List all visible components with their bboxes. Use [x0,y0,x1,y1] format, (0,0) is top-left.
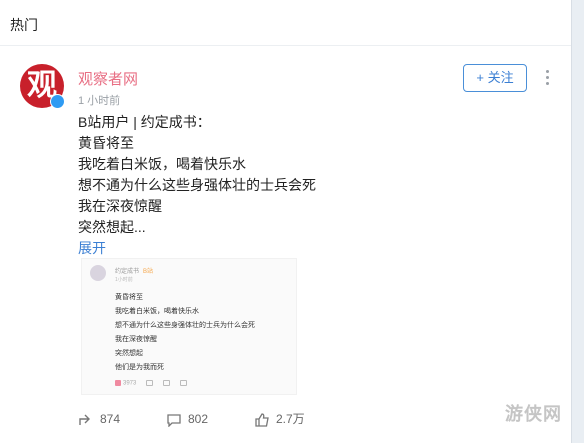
embed-line: 我吃着白米饭，喝着快乐水 [115,308,199,315]
embed-like-count: 3973 [123,380,137,387]
section-title: 热门 [10,17,38,33]
embed-time: 1小时前 [115,277,133,283]
embed-share-icon [163,380,171,386]
embed-avatar [90,265,106,281]
post-time: 1 小时前 [78,95,121,107]
embed-line: 想不通为什么这些身强体壮的士兵为什么会死 [115,322,255,329]
share-button[interactable]: 874 [78,408,120,430]
embedded-screenshot[interactable]: 约定成书 B站 1小时前 黄昏将至 我吃着白米饭，喝着快乐水 想不通为什么这些身强… [81,258,297,395]
expand-link[interactable]: 展开 [78,238,316,259]
embed-line: 突然想起 [115,350,143,357]
verified-icon [50,94,65,109]
embed-line: 他们是为我而死 [115,364,164,371]
embed-like-icon [115,380,121,386]
post-line: B站用户 | 约定成书： [78,114,211,130]
like-button[interactable]: 2.7万 [254,408,305,430]
feed-panel: 热门 观 观察者网 1 小时前 + 关注 B站用户 | 约定成书： 黄昏将至 我… [0,0,572,443]
share-icon [79,414,90,425]
like-count: 2.7万 [276,412,305,426]
post-line: 黄昏将至 [78,135,134,151]
post-line: 想不通为什么这些身强体壮的士兵会死 [78,177,316,193]
embed-body: 黄昏将至 我吃着白米饭，喝着快乐水 想不通为什么这些身强体壮的士兵为什么会死 我… [115,291,255,375]
post-line: 我在深夜惊醒 [78,198,162,214]
embed-author: 约定成书 B站 [115,266,153,275]
comment-icon [167,414,181,428]
embed-line: 我在深夜惊醒 [115,336,157,343]
embed-author-name: 约定成书 [115,269,140,275]
comment-count: 802 [188,412,209,426]
follow-button[interactable]: + 关注 [463,64,527,92]
share-count: 874 [100,412,121,426]
like-icon [255,413,269,427]
embed-stats: 3973 [115,380,188,387]
post-body: B站用户 | 约定成书： 黄昏将至 我吃着白米饭，喝着快乐水 想不通为什么这些身… [78,112,316,259]
more-icon[interactable] [546,70,550,88]
watermark-logo: 游侠网 [505,404,562,425]
embed-line: 黄昏将至 [115,294,143,301]
embed-more-icon [180,380,188,386]
embed-tag: B站 [143,269,154,275]
section-header: 热门 [0,0,571,46]
embed-comment-icon [146,380,154,386]
comment-button[interactable]: 802 [166,408,208,430]
post-line: 我吃着白米饭，喝着快乐水 [78,156,246,172]
post-line: 突然想起... [78,219,146,235]
author-name[interactable]: 观察者网 [78,68,138,89]
